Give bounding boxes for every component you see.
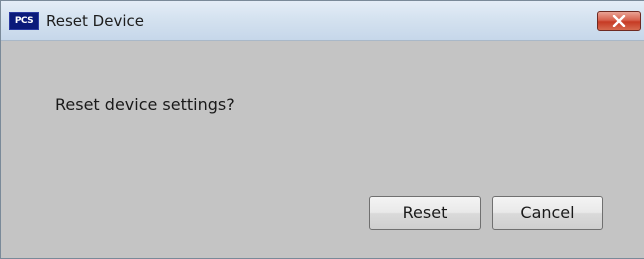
close-x-icon	[612, 15, 626, 27]
window-title: Reset Device	[46, 12, 144, 30]
reset-button[interactable]: Reset	[369, 196, 481, 230]
title-bar[interactable]: PCS Reset Device	[1, 1, 644, 41]
app-logo-icon: PCS	[9, 12, 39, 30]
close-button[interactable]	[597, 11, 641, 31]
cancel-button[interactable]: Cancel	[492, 196, 603, 230]
reset-device-dialog: PCS Reset Device Reset device settings? …	[0, 0, 644, 259]
dialog-message: Reset device settings?	[55, 95, 235, 114]
